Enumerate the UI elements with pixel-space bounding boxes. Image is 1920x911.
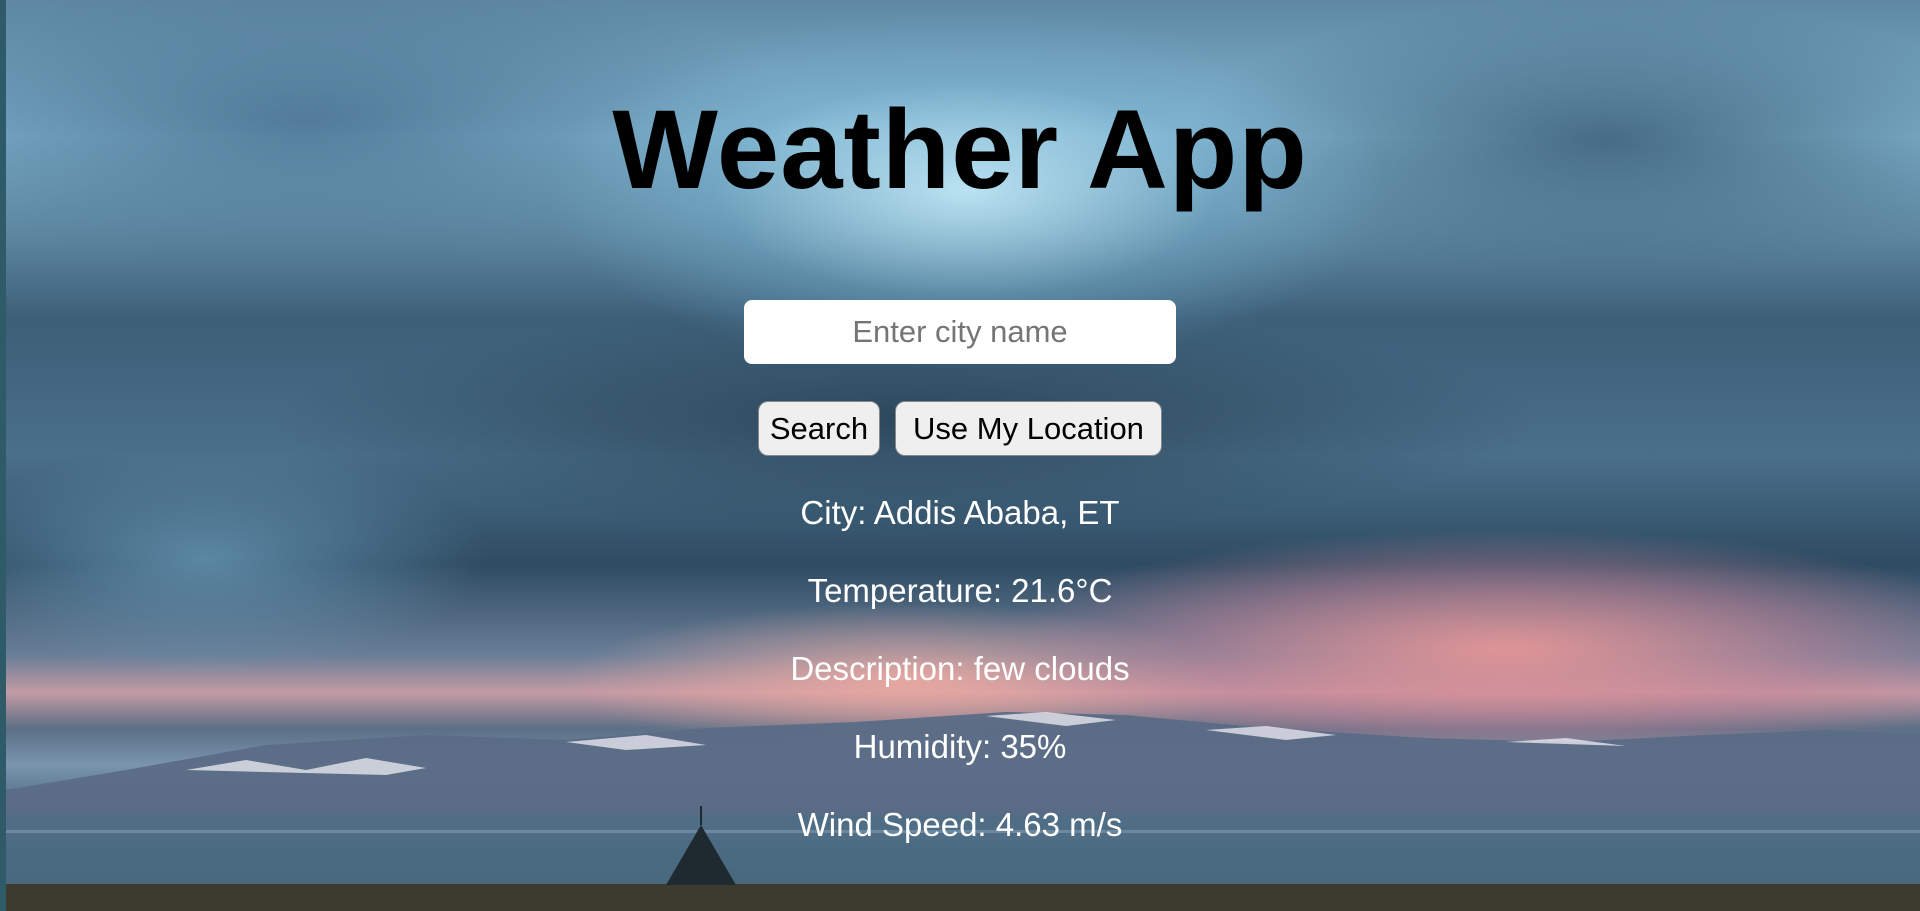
city-text: City: Addis Ababa, ET xyxy=(800,494,1120,531)
wind-speed-text: Wind Speed: 4.63 m/s xyxy=(797,806,1123,843)
use-my-location-button[interactable]: Use My Location xyxy=(895,401,1162,456)
city-search-input[interactable] xyxy=(744,300,1176,364)
temperature-text: Temperature: 21.6°C xyxy=(807,572,1113,609)
page-title: Weather App xyxy=(612,87,1308,212)
humidity-text: Humidity: 35% xyxy=(853,728,1067,765)
description-text: Description: few clouds xyxy=(790,650,1130,687)
search-button[interactable]: Search xyxy=(758,401,880,456)
